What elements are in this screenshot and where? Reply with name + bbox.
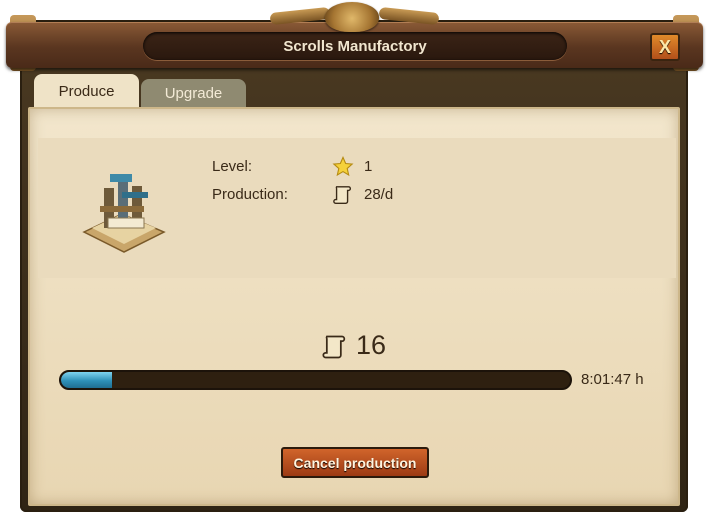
close-button[interactable]: X: [650, 33, 680, 61]
scrolls-manufactory-building-icon: [82, 174, 166, 253]
cancel-production-button[interactable]: Cancel production: [281, 447, 429, 478]
tab-produce[interactable]: Produce: [34, 74, 139, 108]
production-amount: 16: [356, 330, 387, 360]
tab-upgrade[interactable]: Upgrade: [141, 79, 246, 108]
production-progress-bar: [59, 370, 572, 390]
level-value: 1: [364, 158, 373, 175]
level-label: Level:: [212, 158, 253, 175]
production-value: 28/d: [364, 186, 394, 203]
window-title: Scrolls Manufactory: [143, 32, 567, 60]
lion-crest-icon: [325, 2, 379, 32]
production-label: Production:: [212, 186, 288, 203]
star-icon: [332, 156, 354, 177]
scroll-icon: [322, 335, 346, 359]
progress-bar-fill: [61, 372, 112, 388]
remaining-time: 8:01:47 h: [581, 371, 644, 388]
scroll-icon: [333, 186, 351, 204]
